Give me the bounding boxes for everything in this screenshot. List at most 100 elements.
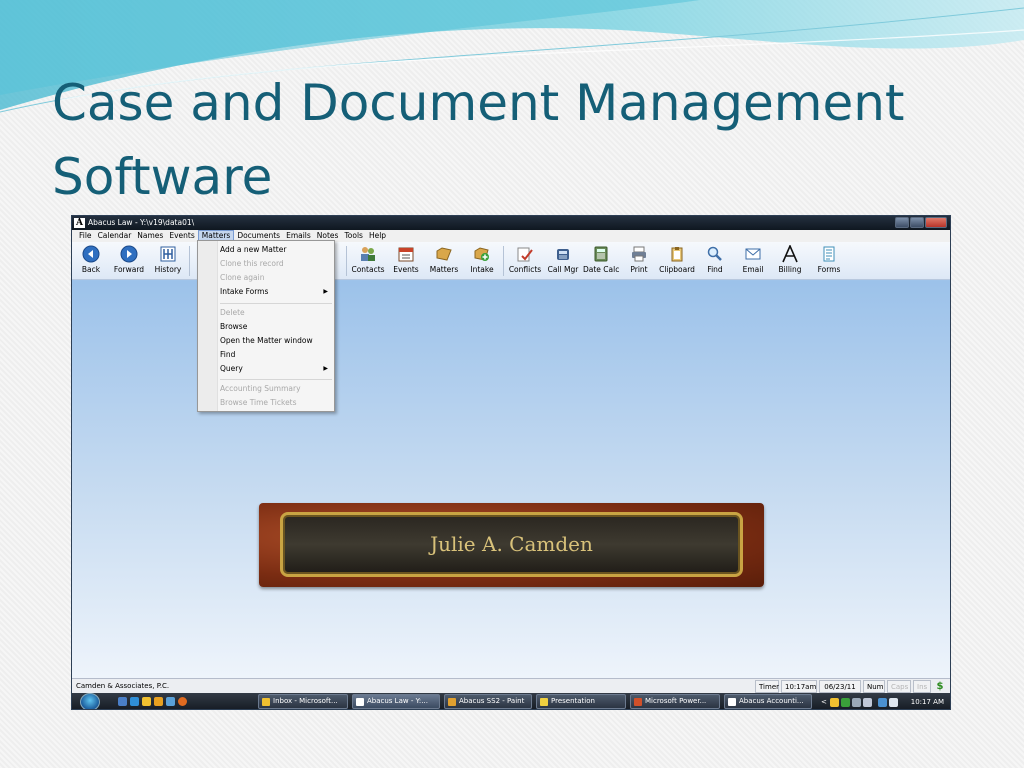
tray-icon[interactable] [863, 698, 872, 707]
window-controls [895, 217, 947, 228]
network-icon[interactable] [878, 698, 887, 707]
slide-title-line2: Software [52, 148, 273, 206]
menu-calendar[interactable]: Calendar [95, 230, 135, 242]
menu-add-new-matter[interactable]: Add a new Matter [220, 243, 332, 256]
menu-delete: Delete [220, 308, 245, 317]
nameplate-inner: Julie A. Camden [280, 512, 743, 577]
taskbar-item-abacus-law[interactable]: Abacus Law - Y:... [352, 694, 440, 709]
taskbar-item-presentation[interactable]: Presentation [536, 694, 626, 709]
menu-browse[interactable]: Browse [220, 320, 332, 333]
magnifier-icon [707, 246, 722, 261]
toolbar-separator [503, 246, 504, 276]
taskbar-clock[interactable]: 10:17 AM [911, 693, 944, 709]
history-button[interactable]: History [152, 242, 184, 280]
taskbar: Inbox - Microsoft... Abacus Law - Y:... … [72, 693, 950, 709]
quicklaunch-icon[interactable] [142, 697, 151, 706]
status-firm-name: Camden & Associates, P.C. [76, 682, 170, 690]
envelope-icon [745, 248, 761, 260]
taskbar-item-label: Abacus Accounti... [739, 697, 804, 705]
call-mgr-button[interactable]: Call Mgr [546, 242, 580, 280]
menu-find[interactable]: Find [220, 348, 332, 361]
window-titlebar[interactable]: A Abacus Law - Y:\v19\data01\ [72, 216, 950, 230]
nameplate-name: Julie A. Camden [430, 532, 593, 556]
show-desktop-icon[interactable] [118, 697, 127, 706]
conflicts-label: Conflicts [508, 265, 542, 274]
matters-button[interactable]: Matters [426, 242, 462, 280]
contacts-icon [361, 247, 375, 261]
menu-query[interactable]: Query ▶ [220, 362, 332, 375]
menu-query-label: Query [220, 364, 243, 373]
quicklaunch-icon[interactable] [130, 697, 139, 706]
menu-clone-again: Clone again [220, 273, 265, 282]
back-button[interactable]: Back [76, 242, 106, 280]
printer-icon [632, 246, 646, 262]
abacus-icon [728, 698, 736, 706]
start-button[interactable] [80, 693, 100, 709]
close-icon[interactable] [925, 217, 947, 228]
billing-label: Billing [778, 265, 802, 274]
powerpoint-icon [634, 698, 642, 706]
conflicts-icon [517, 247, 533, 262]
forward-arrow-icon [120, 245, 138, 263]
email-button[interactable]: Email [738, 242, 768, 280]
toolbar-separator [346, 246, 347, 276]
menu-browse-time-tickets: Browse Time Tickets [220, 398, 297, 407]
menu-icon-strip [198, 241, 218, 411]
billing-button[interactable]: Billing [774, 242, 806, 280]
tray-expand-icon[interactable]: < [821, 693, 827, 709]
menu-help[interactable]: Help [366, 230, 389, 242]
find-button[interactable]: Find [702, 242, 728, 280]
clipboard-icon [671, 247, 683, 262]
window-title: Abacus Law - Y:\v19\data01\ [88, 218, 195, 227]
clipboard-button[interactable]: Clipboard [657, 242, 697, 280]
status-date: 06/23/11 [819, 680, 861, 693]
minimize-icon[interactable] [895, 217, 909, 228]
conflicts-button[interactable]: Conflicts [507, 242, 543, 280]
intake-button[interactable]: Intake [466, 242, 498, 280]
toolbar-separator [189, 246, 190, 276]
submenu-arrow-icon: ▶ [323, 365, 328, 372]
events-button[interactable]: Events [390, 242, 422, 280]
status-time: 10:17am [781, 680, 817, 693]
menu-separator [220, 379, 332, 380]
menu-tools[interactable]: Tools [341, 230, 365, 242]
forward-label: Forward [113, 265, 145, 274]
money-icon[interactable]: $ [934, 680, 946, 693]
menu-open-matter-window[interactable]: Open the Matter window [220, 334, 332, 347]
tray-icon[interactable] [830, 698, 839, 707]
calendar-icon [398, 247, 414, 262]
taskbar-item-abacus-accounting[interactable]: Abacus Accounti... [724, 694, 812, 709]
contacts-button[interactable]: Contacts [350, 242, 386, 280]
date-calc-button[interactable]: Date Calc [583, 242, 619, 280]
status-bar: Camden & Associates, P.C. Timer 10:17am … [72, 678, 950, 693]
taskbar-item-paint[interactable]: Abacus SS2 - Paint [444, 694, 532, 709]
volume-icon[interactable] [889, 698, 898, 707]
abacus-icon [356, 698, 364, 706]
taskbar-item-inbox[interactable]: Inbox - Microsoft... [258, 694, 348, 709]
paint-icon [448, 698, 456, 706]
forward-button[interactable]: Forward [112, 242, 146, 280]
quicklaunch-icon[interactable] [154, 697, 163, 706]
nameplate: Julie A. Camden [259, 503, 764, 587]
menu-names[interactable]: Names [134, 230, 166, 242]
status-timer[interactable]: Timer [755, 680, 779, 693]
menu-accounting-summary: Accounting Summary [220, 384, 301, 393]
outlook-icon [262, 698, 270, 706]
tray-icon[interactable] [852, 698, 861, 707]
print-button[interactable]: Print [625, 242, 653, 280]
firefox-icon[interactable] [178, 697, 187, 706]
taskbar-item-powerpoint[interactable]: Microsoft Power... [630, 694, 720, 709]
matters-dropdown-menu: Add a new Matter Clone this record Clone… [197, 240, 335, 412]
tray-icon[interactable] [841, 698, 850, 707]
menu-file[interactable]: File [76, 230, 95, 242]
taskbar-item-label: Abacus Law - Y:... [367, 697, 428, 705]
app-screenshot: A Abacus Law - Y:\v19\data01\ File Calen… [71, 215, 951, 710]
back-label: Back [81, 265, 101, 274]
menu-intake-forms[interactable]: Intake Forms ▶ [220, 285, 332, 298]
forms-icon [823, 246, 835, 262]
menu-events[interactable]: Events [166, 230, 197, 242]
taskbar-item-label: Microsoft Power... [645, 697, 707, 705]
maximize-icon[interactable] [910, 217, 924, 228]
forms-button[interactable]: Forms [814, 242, 844, 280]
quicklaunch-icon[interactable] [166, 697, 175, 706]
